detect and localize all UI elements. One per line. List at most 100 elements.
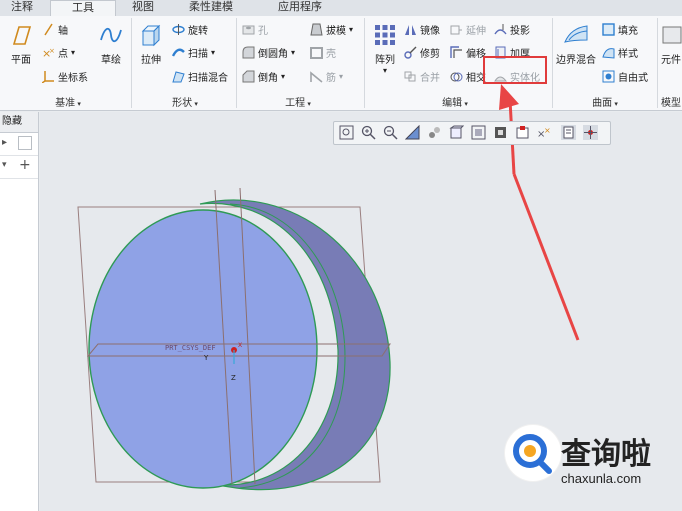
chamfer-dropdown-icon[interactable]: ▾ <box>281 72 285 81</box>
extend-label: 延伸 <box>466 25 486 37</box>
point-dropdown-icon[interactable]: ▾ <box>71 48 75 57</box>
model-intent-group-label[interactable]: 模型 <box>660 94 682 108</box>
extrude-icon <box>141 24 161 47</box>
tree-dropdown-icon[interactable]: ▾ <box>2 160 7 170</box>
shapes-group-label[interactable]: 形状 ▾ <box>150 94 220 109</box>
watermark-logo-icon <box>513 434 552 474</box>
rib-icon <box>310 70 323 83</box>
tree-filter-icon[interactable] <box>18 136 32 150</box>
component-interface-label: 元件 <box>661 55 681 66</box>
extrude-button[interactable]: 拉伸 <box>136 22 166 66</box>
pattern-dropdown-icon[interactable]: ▾ <box>370 66 400 75</box>
refit-icon[interactable] <box>339 125 354 140</box>
draft-dropdown-icon[interactable]: ▾ <box>349 25 353 34</box>
mirror-label: 镜像 <box>420 25 440 37</box>
point-label: 点 <box>58 48 68 60</box>
datum-display-icon[interactable]: ×× <box>537 125 552 140</box>
hole-icon <box>242 25 255 34</box>
tab-applications[interactable]: 应用程序 <box>254 0 346 15</box>
model-intent-group-text: 模型 <box>661 98 681 108</box>
sweep-label: 扫描 <box>188 48 208 60</box>
fill-button[interactable]: 填充 <box>602 20 638 38</box>
point-button[interactable]: × × 点 ▾ <box>42 43 75 61</box>
extend-button[interactable]: 延伸 <box>450 20 486 38</box>
pattern-button[interactable]: 阵列 ▾ <box>370 22 400 75</box>
model-tree-tab[interactable]: 隐藏 <box>0 112 38 133</box>
rib-dropdown-icon[interactable]: ▾ <box>339 72 343 81</box>
boundary-blend-button[interactable]: 边界混合 <box>555 22 597 66</box>
swept-blend-button[interactable]: 扫描混合 <box>172 67 228 85</box>
tab-tools[interactable]: 工具 <box>50 0 116 16</box>
datum-group-label[interactable]: 基准 ▾ <box>40 94 96 109</box>
chamfer-button[interactable]: 倒角 ▾ <box>242 67 285 85</box>
tab-flexible-modeling[interactable]: 柔性建模 <box>172 0 250 15</box>
annotation-arrow <box>512 173 580 341</box>
zoom-out-icon[interactable] <box>383 125 398 140</box>
axis-y-label: Y <box>203 354 209 362</box>
shell-icon <box>310 46 323 59</box>
saved-orientations-icon[interactable] <box>471 125 486 140</box>
project-icon <box>494 23 507 34</box>
spin-center-icon[interactable] <box>583 125 598 140</box>
sweep-dropdown-icon[interactable]: ▾ <box>211 48 215 57</box>
tab-annotate[interactable]: 注释 <box>0 0 44 15</box>
watermark-brand: 查询啦 <box>561 437 651 472</box>
draft-button[interactable]: 拔模 ▾ <box>310 20 353 38</box>
engineering-group-label[interactable]: 工程 ▾ <box>270 94 326 109</box>
sweep-button[interactable]: 扫描 ▾ <box>172 43 215 61</box>
zoom-in-icon[interactable] <box>361 125 376 140</box>
section-icon[interactable] <box>515 125 530 140</box>
boundary-blend-label: 边界混合 <box>556 55 596 66</box>
display-style-icon[interactable] <box>449 125 464 140</box>
rib-button[interactable]: 筋 ▾ <box>310 67 343 85</box>
round-button[interactable]: 倒圆角 ▾ <box>242 43 295 61</box>
tab-view[interactable]: 视图 <box>118 0 168 15</box>
csys-label: PRT_CSYS_DEF <box>165 344 216 352</box>
style-icon <box>602 47 615 59</box>
trim-button[interactable]: 修剪 <box>404 43 440 61</box>
component-interface-button[interactable]: 元件 <box>660 22 682 66</box>
merge-label: 合并 <box>420 72 440 84</box>
style-label: 样式 <box>618 48 638 60</box>
group-divider <box>131 18 132 108</box>
plane-button[interactable]: 平面 <box>6 22 36 66</box>
surfaces-group-text: 曲面 <box>592 98 613 109</box>
watermark: 查询啦 chaxunla.com <box>501 423 673 495</box>
group-divider <box>236 18 237 108</box>
sketch-icon <box>100 27 122 43</box>
style-button[interactable]: 样式 <box>602 43 638 61</box>
revolve-button[interactable]: 旋转 <box>172 20 208 38</box>
intersect-button[interactable]: 相交 <box>450 67 486 85</box>
shell-button[interactable]: 壳 <box>310 43 336 61</box>
freestyle-button[interactable]: 自由式 <box>602 67 648 85</box>
point-icon: ×× <box>42 47 55 59</box>
model-tree-tab-label: 隐藏 <box>2 116 22 127</box>
draft-icon <box>310 23 323 35</box>
model-tree-toolbar-1: ▸ <box>0 133 38 156</box>
intersect-icon <box>450 72 463 81</box>
tree-add-icon[interactable]: + <box>19 157 31 173</box>
hole-button[interactable]: 孔 <box>242 20 268 38</box>
surfaces-group-label[interactable]: 曲面 ▾ <box>580 94 630 109</box>
sketch-label: 草绘 <box>101 55 121 66</box>
ribbon: 平面 轴 × × 点 ▾ 坐标系 草绘 基准 ▾ 拉伸 旋转 扫描 ▾ 扫描混合 形状… <box>0 16 682 111</box>
merge-button[interactable]: 合并 <box>404 67 440 85</box>
editing-group-label[interactable]: 编辑 ▾ <box>430 94 480 109</box>
offset-button[interactable]: 偏移 <box>450 43 486 61</box>
swept-blend-icon <box>172 70 185 82</box>
mirror-button[interactable]: 镜像 <box>404 20 440 38</box>
repaint-icon[interactable] <box>405 125 420 140</box>
sketch-button[interactable]: 草绘 <box>96 22 126 66</box>
surfaces-dropdown-icon: ▾ <box>612 100 618 108</box>
pattern-icon <box>375 25 395 45</box>
perspective-icon[interactable] <box>493 125 508 140</box>
csys-button[interactable]: 坐标系 <box>42 67 88 85</box>
view-manager-icon[interactable] <box>427 125 442 140</box>
round-dropdown-icon[interactable]: ▾ <box>291 48 295 57</box>
annotation-display-icon[interactable] <box>561 125 576 140</box>
watermark-domain: chaxunla.com <box>561 471 642 486</box>
axis-x-label: X <box>238 342 242 349</box>
project-button[interactable]: 投影 <box>494 20 530 38</box>
tree-settings-icon[interactable]: ▸ <box>2 137 7 148</box>
axis-button[interactable]: 轴 <box>42 20 68 38</box>
